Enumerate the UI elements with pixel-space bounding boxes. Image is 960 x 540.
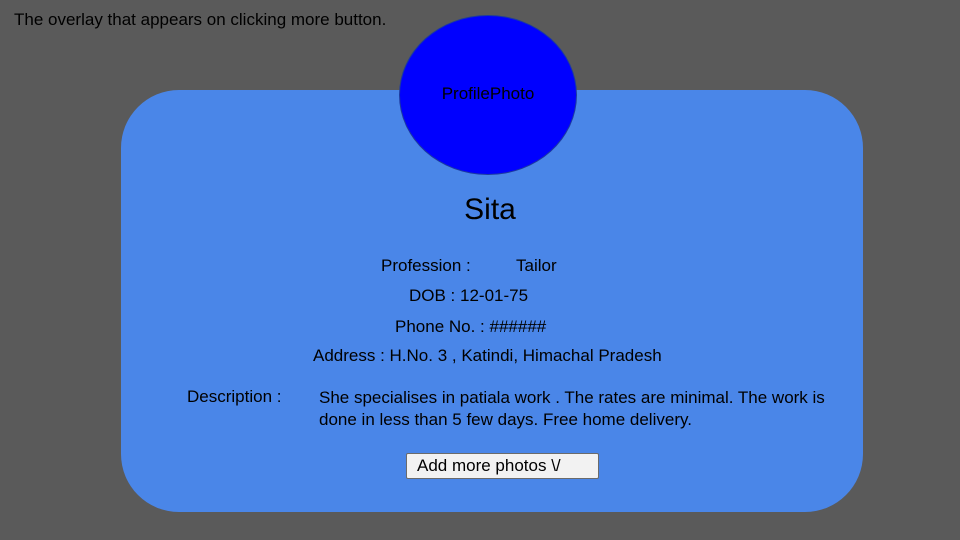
description-text: She specialises in patiala work . The ra…	[319, 388, 825, 429]
profession-value: Tailor	[516, 256, 557, 275]
overlay-caption: The overlay that appears on clicking mor…	[14, 10, 387, 29]
page: The overlay that appears on clicking mor…	[0, 0, 960, 540]
profile-name: Sita	[464, 193, 516, 226]
dob-field: DOB : 12-01-75	[409, 286, 529, 305]
add-more-photos-button[interactable]: Add more photos \/	[406, 453, 599, 479]
phone-field: Phone No. : ######	[395, 317, 547, 336]
profile-photo: ProfilePhoto	[399, 15, 577, 175]
profession-label: Profession :	[381, 256, 471, 275]
address-field: Address : H.No. 3 , Katindi, Himachal Pr…	[313, 346, 662, 365]
description-label: Description :	[187, 387, 282, 406]
profile-photo-label: ProfilePhoto	[441, 84, 535, 103]
